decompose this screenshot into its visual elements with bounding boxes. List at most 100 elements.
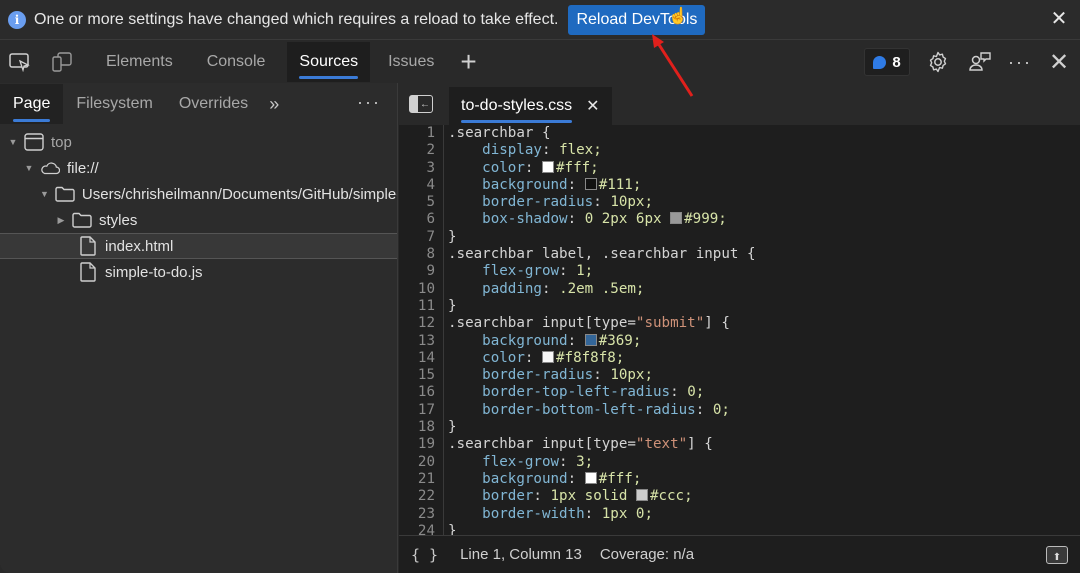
code-text: } (448, 522, 457, 535)
add-tab-button[interactable]: + (460, 46, 476, 78)
more-icon[interactable]: ··· (1008, 50, 1032, 74)
show-drawer-icon[interactable]: ⬆ (1046, 546, 1068, 564)
line-number[interactable]: 16 (399, 384, 444, 402)
close-devtools-icon[interactable]: ✕ (1047, 49, 1071, 76)
code-text: .searchbar label, .searchbar input { (448, 246, 756, 263)
issues-counter-button[interactable]: 8 (864, 48, 910, 76)
coverage-status: Coverage: n/a (599, 546, 695, 563)
line-number[interactable]: 9 (399, 263, 444, 281)
line-number[interactable]: 2 (399, 142, 444, 160)
code-text: border-bottom-left-radius: 0; (482, 401, 730, 418)
line-number[interactable]: 15 (399, 367, 444, 385)
color-swatch[interactable] (584, 177, 597, 190)
line-number[interactable]: 7 (399, 228, 444, 247)
code-text: background: #369; (482, 332, 642, 349)
expanded-arrow-icon: ▼ (8, 137, 18, 147)
tab-issues[interactable]: Issues (376, 42, 446, 82)
code-editor[interactable]: 1 .searchbar {2 display: flex; 3 color: #f… (399, 125, 1080, 535)
tree-item-project-folder[interactable]: ▼ Users/chrisheilmann/Documents/GitHub/s… (0, 181, 397, 207)
code-line: 4 background: #111; (399, 176, 1080, 195)
color-swatch[interactable] (670, 212, 683, 225)
inspect-icon[interactable] (8, 50, 32, 74)
code-line: 3 color: #fff; (399, 159, 1080, 177)
tree-label: styles (99, 211, 138, 229)
tree-item-index-html[interactable]: index.html (0, 233, 397, 259)
line-number[interactable]: 11 (399, 297, 444, 316)
expanded-arrow-icon: ▼ (40, 189, 49, 199)
device-emulation-icon[interactable] (50, 50, 74, 74)
line-number[interactable]: 5 (399, 194, 444, 212)
code-text: flex-grow: 3; (482, 453, 594, 470)
reload-devtools-button[interactable]: Reload DevTools (568, 4, 706, 35)
color-swatch[interactable] (635, 489, 648, 502)
tab-filesystem[interactable]: Filesystem (63, 84, 165, 124)
more-tabs-icon[interactable]: » (261, 94, 287, 115)
close-tab-icon[interactable]: ✕ (586, 96, 599, 116)
close-icon[interactable]: ✕ (1048, 8, 1070, 30)
tab-overrides[interactable]: Overrides (166, 84, 261, 124)
settings-icon[interactable] (926, 50, 950, 74)
code-text: border: 1px solid #ccc; (482, 488, 693, 505)
line-number[interactable]: 8 (399, 246, 444, 264)
line-number[interactable]: 24 (399, 522, 444, 535)
tree-item-simple-to-do-js[interactable]: simple-to-do.js (0, 259, 397, 285)
color-swatch[interactable] (584, 333, 597, 346)
editor-tab-to-do-styles[interactable]: to-do-styles.css ✕ (449, 87, 612, 125)
code-text: flex-grow: 1; (482, 263, 594, 280)
tab-elements[interactable]: Elements (94, 42, 185, 82)
line-number[interactable]: 18 (399, 419, 444, 437)
line-number[interactable]: 13 (399, 332, 444, 350)
tree-label: file:// (67, 159, 99, 177)
tab-page[interactable]: Page (0, 84, 64, 124)
editor-panel: ← to-do-styles.css ✕ 1 .searchbar {2 disp… (399, 83, 1080, 573)
line-number[interactable]: 23 (399, 505, 444, 523)
tree-label: index.html (105, 237, 174, 255)
code-line: 12 .searchbar input[type="submit"] { (399, 315, 1080, 333)
line-number[interactable]: 10 (399, 280, 444, 298)
line-number[interactable]: 19 (399, 436, 444, 454)
color-swatch[interactable] (584, 471, 597, 484)
line-number[interactable]: 17 (399, 401, 444, 420)
feedback-icon[interactable] (968, 50, 992, 74)
code-line: 20 flex-grow: 3; (399, 453, 1080, 471)
code-line: 23 border-width: 1px 0; (399, 505, 1080, 523)
line-number[interactable]: 22 (399, 488, 444, 506)
navigator-menu-icon[interactable]: ··· (357, 92, 381, 113)
tree-item-file-protocol[interactable]: ▼ file:// (0, 155, 397, 181)
navigator-panel: Page Filesystem Overrides » ··· ▼ top ▼ … (0, 83, 398, 573)
expanded-arrow-icon: ▼ (24, 163, 34, 173)
line-number[interactable]: 20 (399, 453, 444, 471)
code-line: 5 border-radius: 10px; (399, 194, 1080, 212)
code-line: 2 display: flex; (399, 142, 1080, 160)
code-line: 11} (399, 297, 1080, 316)
toggle-navigator-icon[interactable]: ← (409, 95, 433, 113)
line-number[interactable]: 21 (399, 470, 444, 489)
code-text: background: #111; (482, 176, 642, 193)
tab-console[interactable]: Console (195, 42, 278, 82)
code-text: box-shadow: 0 2px 6px #999; (482, 211, 727, 228)
color-swatch[interactable] (541, 160, 554, 173)
line-number[interactable]: 3 (399, 159, 444, 177)
line-number[interactable]: 12 (399, 315, 444, 333)
line-number[interactable]: 4 (399, 176, 444, 195)
message-bubble-icon (873, 55, 887, 69)
tab-sources[interactable]: Sources (287, 42, 371, 82)
tree-item-styles[interactable]: ▶ styles (0, 207, 397, 233)
code-line: 1 .searchbar { (399, 125, 1080, 143)
line-number[interactable]: 6 (399, 211, 444, 229)
tree-item-top[interactable]: ▼ top (0, 129, 397, 155)
code-line: 6 box-shadow: 0 2px 6px #999; (399, 211, 1080, 229)
collapsed-arrow-icon: ▶ (57, 214, 65, 225)
cloud-icon (40, 159, 60, 177)
code-line: 19 .searchbar input[type="text"] { (399, 436, 1080, 454)
line-number[interactable]: 14 (399, 349, 444, 368)
code-line: 22 border: 1px solid #ccc; (399, 488, 1080, 506)
color-swatch[interactable] (541, 350, 554, 363)
code-line: 7} (399, 228, 1080, 247)
pretty-print-button[interactable]: { } (411, 546, 438, 564)
code-line: 16 border-top-left-radius: 0; (399, 384, 1080, 402)
info-icon: i (8, 10, 26, 29)
line-number[interactable]: 1 (399, 125, 444, 143)
navigator-tabs: Page Filesystem Overrides » ··· (0, 83, 397, 125)
main-toolbar: Elements Console Sources Issues + 8 ··· … (0, 41, 1080, 83)
